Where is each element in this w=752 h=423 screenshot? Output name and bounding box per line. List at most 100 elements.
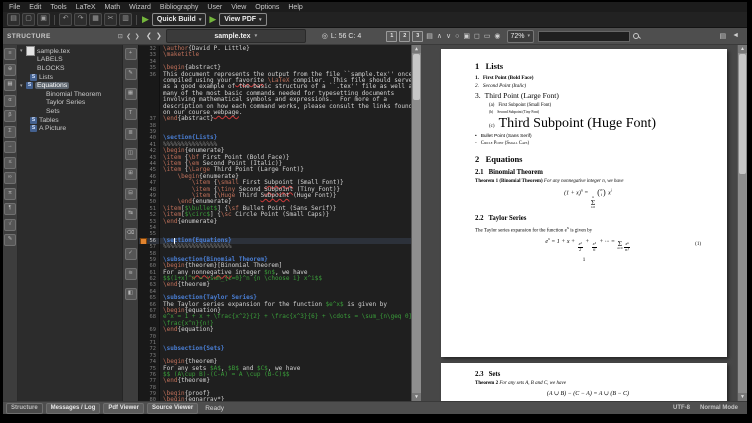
statusbar-tab-messages-log[interactable]: Messages / Log bbox=[46, 403, 101, 414]
toolbar-cut-icon[interactable]: ✂ bbox=[104, 13, 117, 26]
side-panel-icon-7[interactable]: → bbox=[4, 141, 16, 153]
editor-strip-icon-5[interactable]: ≣ bbox=[125, 128, 137, 140]
statusbar-tab-pdf-viewer[interactable]: Pdf Viewer bbox=[103, 403, 144, 414]
mode-indicator[interactable]: Normal Mode bbox=[700, 405, 738, 411]
side-panel-icon-1[interactable]: ≡ bbox=[4, 48, 16, 60]
menu-user[interactable]: User bbox=[207, 4, 222, 11]
fit-window-icon[interactable]: ▭ bbox=[484, 32, 491, 40]
line-number[interactable]: 80 bbox=[139, 397, 160, 401]
editor-scrollbar-thumb[interactable] bbox=[413, 54, 420, 100]
encoding-indicator[interactable]: UTF-8 bbox=[673, 405, 690, 411]
pdf-scrollbar[interactable]: ▲ ▼ bbox=[737, 45, 747, 401]
structure-item-labels[interactable]: LABELS bbox=[18, 56, 122, 65]
toolbar-redo-icon[interactable]: ↷ bbox=[74, 13, 87, 26]
side-panel-icon-8[interactable]: ≤ bbox=[4, 157, 16, 169]
menu-help[interactable]: Help bbox=[288, 4, 302, 11]
menu-tools[interactable]: Tools bbox=[50, 4, 66, 11]
menu-wizard[interactable]: Wizard bbox=[129, 4, 151, 11]
side-panel-icon-6[interactable]: Σ bbox=[4, 126, 16, 138]
menu-edit[interactable]: Edit bbox=[29, 4, 41, 11]
side-panel-icon-4[interactable]: α bbox=[4, 95, 16, 107]
menu-bibliography[interactable]: Bibliography bbox=[160, 4, 199, 11]
structure-header-icon-1[interactable]: ⊡ bbox=[118, 33, 123, 40]
menu-latex[interactable]: LaTeX bbox=[76, 4, 96, 11]
scroll-up-icon[interactable]: ▲ bbox=[412, 45, 421, 53]
editor-scrollbar[interactable]: ▲ ▼ bbox=[411, 45, 421, 401]
structure-item-sets[interactable]: Sets bbox=[18, 107, 122, 116]
nav-back-icon[interactable]: ❮ bbox=[146, 32, 152, 40]
editor-strip-icon-3[interactable]: ▦ bbox=[125, 88, 137, 100]
page-up-icon[interactable]: ∧ bbox=[437, 32, 442, 40]
quick-build-button[interactable]: Quick Build ▾ bbox=[152, 13, 206, 26]
editor-strip-icon-8[interactable]: ⊟ bbox=[125, 188, 137, 200]
editor-strip-icon-10[interactable]: ⌫ bbox=[125, 228, 137, 240]
editor-strip-icon-13[interactable]: ◧ bbox=[125, 288, 137, 300]
structure-item-binomial-theorem[interactable]: Binomial Theorem bbox=[18, 90, 122, 99]
menu-file[interactable]: File bbox=[9, 4, 20, 11]
nav-forward-icon[interactable]: ❯ bbox=[156, 32, 162, 40]
side-panel-icon-2[interactable]: ⊕ bbox=[4, 64, 16, 76]
toolbar-save-icon[interactable]: ▣ bbox=[37, 13, 50, 26]
pdf-search-input[interactable] bbox=[538, 31, 630, 42]
side-panel-icon-13[interactable]: ✎ bbox=[4, 234, 16, 246]
side-panel-icon-10[interactable]: π bbox=[4, 188, 16, 200]
toolbar-open-folder-icon[interactable]: ▢ bbox=[22, 13, 35, 26]
pdf-page-1[interactable]: 1 Lists 1.First Point (Bold Face)2.Secon… bbox=[441, 49, 727, 357]
print-icon[interactable]: ▤ bbox=[719, 32, 726, 40]
editor-strip-icon-11[interactable]: ✓ bbox=[125, 248, 137, 260]
toolbar-new-file-icon[interactable]: ▤ bbox=[7, 13, 20, 26]
editor-strip-icon-2[interactable]: ✎ bbox=[125, 68, 137, 80]
scroll-up-icon[interactable]: ▲ bbox=[738, 45, 747, 53]
quick-build-run-icon[interactable]: ▶ bbox=[142, 14, 149, 25]
fit-page-icon[interactable]: ▣ bbox=[463, 32, 470, 40]
structure-item-taylor-series[interactable]: Taylor Series bbox=[18, 99, 122, 108]
structure-header-icon-3[interactable]: ❯ bbox=[135, 33, 140, 40]
page-layout-grid-icon[interactable]: 3 bbox=[412, 31, 423, 42]
structure-item-equations[interactable]: ▾SEquations bbox=[18, 81, 122, 90]
original-size-icon[interactable]: ○ bbox=[455, 33, 459, 40]
statusbar-tab-structure[interactable]: Structure bbox=[6, 403, 43, 414]
toolbar-paste-icon[interactable]: ▥ bbox=[119, 13, 132, 26]
editor-strip-icon-12[interactable]: ≋ bbox=[125, 268, 137, 280]
structure-item-a-picture[interactable]: SA Picture bbox=[18, 124, 122, 133]
book-view-icon[interactable]: ▤ bbox=[426, 32, 433, 40]
fit-width-icon[interactable]: ◻ bbox=[474, 32, 480, 40]
editor-strip-icon-6[interactable]: ◫ bbox=[125, 148, 137, 160]
pdf-page-2[interactable]: 2.3 Sets Theorem 2 For any sets A, B and… bbox=[441, 363, 727, 401]
side-panel-icon-5[interactable]: β bbox=[4, 110, 16, 122]
structure-item-blocks[interactable]: BLOCKS bbox=[18, 64, 122, 73]
side-panel-icon-12[interactable]: √ bbox=[4, 219, 16, 231]
search-icon[interactable] bbox=[633, 33, 640, 40]
pdf-scrollbar-thumb[interactable] bbox=[739, 54, 746, 174]
statusbar-tab-source-viewer[interactable]: Source Viewer bbox=[147, 403, 198, 414]
scroll-down-icon[interactable]: ▼ bbox=[412, 393, 421, 401]
editor-strip-icon-9[interactable]: ↹ bbox=[125, 208, 137, 220]
page-layout-facing-icon[interactable]: 2 bbox=[399, 31, 410, 42]
page-layout-single-icon[interactable]: 1 bbox=[386, 31, 397, 42]
structure-header-icon-2[interactable]: ❮ bbox=[126, 33, 131, 40]
editor-pane[interactable]: 32\author{David P. Little}33\maketitle34… bbox=[139, 45, 421, 401]
editor-strip-icon-4[interactable]: T bbox=[125, 108, 137, 120]
side-panel-icon-9[interactable]: ∞ bbox=[4, 172, 16, 184]
scroll-down-icon[interactable]: ▼ bbox=[738, 393, 747, 401]
side-panel-icon-3[interactable]: ▦ bbox=[4, 79, 16, 91]
editor-code-area[interactable]: 32\author{David P. Little}33\maketitle34… bbox=[139, 45, 411, 401]
toolbar-copy-icon[interactable]: ▦ bbox=[89, 13, 102, 26]
menu-math[interactable]: Math bbox=[105, 4, 121, 11]
menu-view[interactable]: View bbox=[231, 4, 246, 11]
structure-item-tables[interactable]: STables bbox=[18, 116, 122, 125]
editor-strip-icon-1[interactable]: + bbox=[125, 48, 137, 60]
page-down-icon[interactable]: ∨ bbox=[446, 32, 451, 40]
structure-item-lists[interactable]: SLists bbox=[18, 73, 122, 82]
view-pdf-run-icon[interactable]: ▶ bbox=[209, 14, 216, 25]
presentation-icon[interactable]: ◉ bbox=[494, 32, 500, 40]
menu-options[interactable]: Options bbox=[255, 4, 279, 11]
side-panel-icon-11[interactable]: ¶ bbox=[4, 203, 16, 215]
toolbar-undo-icon[interactable]: ↶ bbox=[59, 13, 72, 26]
view-pdf-button[interactable]: View PDF ▾ bbox=[219, 13, 266, 26]
open-file-selector[interactable]: sample.tex ▾ bbox=[166, 29, 306, 43]
structure-item-sample-tex[interactable]: ▾sample.tex bbox=[18, 47, 122, 56]
external-viewer-icon[interactable]: ◄ bbox=[732, 32, 739, 40]
editor-strip-icon-7[interactable]: ⊞ bbox=[125, 168, 137, 180]
pdf-zoom-selector[interactable]: 72% ▾ bbox=[507, 30, 535, 43]
